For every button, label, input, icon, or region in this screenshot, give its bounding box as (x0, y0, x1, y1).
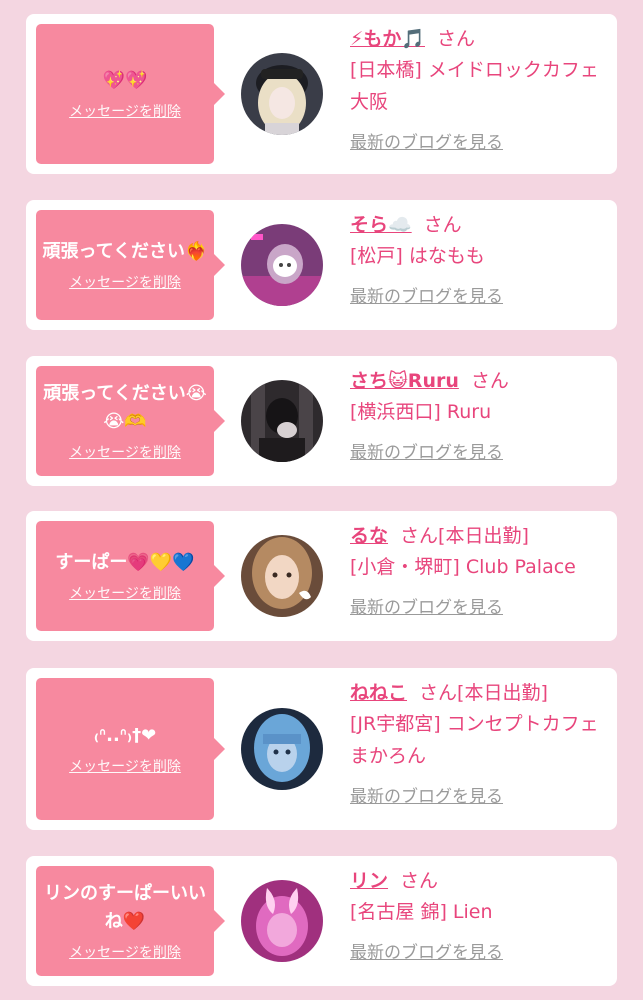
avatar[interactable] (241, 535, 323, 617)
message-bubble: リンのすーぱーいいね❤️ メッセージを削除 (36, 866, 225, 976)
shop-name: [名古屋 錦] Lien (350, 901, 493, 923)
delete-message-link[interactable]: メッセージを削除 (69, 583, 181, 603)
girl-portrait-blue-icon (241, 708, 323, 790)
shop-name: [松戸] はなもも (350, 245, 485, 267)
message-card: 頑張ってください😭😭🫶 メッセージを削除 さち😺Ruru さん [横浜西口] Ru… (26, 356, 617, 486)
shop-name: [小倉・堺町] Club Palace (350, 556, 576, 578)
name-line: るな さん[本日出勤] (350, 521, 603, 551)
cast-info: そら☁️ さん [松戸] はなもも 最新のブログを見る (350, 210, 603, 307)
girl-portrait-blonde-icon (241, 53, 323, 135)
delete-message-link[interactable]: メッセージを削除 (69, 442, 181, 462)
girl-portrait-pink-icon (241, 880, 323, 962)
honorific: さん (400, 525, 439, 547)
message-text: 💖💖 (102, 70, 148, 91)
delete-message-link[interactable]: メッセージを削除 (69, 272, 181, 292)
avatar[interactable] (241, 708, 323, 790)
latest-blog-link[interactable]: 最新のブログを見る (350, 128, 503, 153)
name-line: さち😺Ruru さん (350, 366, 603, 396)
latest-blog-link[interactable]: 最新のブログを見る (350, 282, 503, 307)
message-text: リンのすーぱーいいね❤️ (44, 883, 206, 932)
message-card: 💖💖 メッセージを削除 ⚡もか🎵 さん [日本橋] メイドロックカフェ 大阪 最新… (26, 14, 617, 174)
message-bubble: ₍ᐢ..ᐢ₎†❤ メッセージを削除 (36, 678, 225, 820)
delete-message-link[interactable]: メッセージを削除 (69, 942, 181, 962)
name-line: そら☁️ さん (350, 210, 603, 240)
message-card: ₍ᐢ..ᐢ₎†❤ メッセージを削除 ねねこ さん[本日出勤] [JR宇都宮] コン… (26, 668, 617, 830)
message-text: ₍ᐢ..ᐢ₎†❤ (93, 725, 157, 746)
message-text: 頑張ってください❤️‍🔥 (42, 241, 208, 262)
avatar[interactable] (241, 53, 323, 135)
message-bubble: 💖💖 メッセージを削除 (36, 24, 225, 164)
girl-portrait-dark-icon (241, 380, 323, 462)
name-line: ⚡もか🎵 さん (350, 24, 603, 54)
message-card: すーぱー💗💛💙 メッセージを削除 るな さん[本日出勤] [小倉・堺町] Club… (26, 511, 617, 641)
girl-portrait-masked-icon (241, 224, 323, 306)
avatar[interactable] (241, 880, 323, 962)
latest-blog-link[interactable]: 最新のブログを見る (350, 938, 503, 963)
cast-info: さち😺Ruru さん [横浜西口] Ruru 最新のブログを見る (350, 366, 603, 463)
honorific: さん (437, 28, 476, 50)
message-bubble: 頑張ってください😭😭🫶 メッセージを削除 (36, 366, 225, 476)
cast-name-link[interactable]: さち😺Ruru (350, 370, 459, 392)
cast-info: ⚡もか🎵 さん [日本橋] メイドロックカフェ 大阪 最新のブログを見る (350, 24, 603, 153)
message-card: 頑張ってください❤️‍🔥 メッセージを削除 そら☁️ さん [松戸] はなもも 最… (26, 200, 617, 330)
avatar[interactable] (241, 380, 323, 462)
latest-blog-link[interactable]: 最新のブログを見る (350, 438, 503, 463)
cast-info: るな さん[本日出勤] [小倉・堺町] Club Palace 最新のブログを見る (350, 521, 603, 618)
shop-name: [日本橋] メイドロックカフェ 大阪 (350, 59, 599, 113)
work-status: [本日出勤] (457, 682, 548, 704)
message-card: リンのすーぱーいいね❤️ メッセージを削除 リン さん [名古屋 錦] Lien … (26, 856, 617, 986)
delete-message-link[interactable]: メッセージを削除 (69, 756, 181, 776)
cast-info: ねねこ さん[本日出勤] [JR宇都宮] コンセプトカフェ まかろん 最新のブログ… (350, 678, 603, 807)
cast-info: リン さん [名古屋 錦] Lien 最新のブログを見る (350, 866, 603, 963)
honorific: さん (423, 214, 462, 236)
message-text: すーぱー💗💛💙 (55, 552, 195, 573)
message-text: 頑張ってください😭😭🫶 (43, 383, 207, 432)
cast-name-link[interactable]: ⚡もか🎵 (350, 28, 425, 50)
cast-name-link[interactable]: ねねこ (350, 682, 407, 704)
cast-name-link[interactable]: るな (350, 525, 388, 547)
honorific: さん (400, 870, 439, 892)
avatar[interactable] (241, 224, 323, 306)
message-bubble: すーぱー💗💛💙 メッセージを削除 (36, 521, 225, 631)
girl-portrait-brown-icon (241, 535, 323, 617)
name-line: リン さん (350, 866, 603, 896)
latest-blog-link[interactable]: 最新のブログを見る (350, 593, 503, 618)
message-bubble: 頑張ってください❤️‍🔥 メッセージを削除 (36, 210, 225, 320)
shop-name: [JR宇都宮] コンセプトカフェ まかろん (350, 713, 599, 767)
cast-name-link[interactable]: リン (350, 870, 388, 892)
work-status: [本日出勤] (438, 525, 529, 547)
cast-name-link[interactable]: そら☁️ (350, 214, 412, 236)
honorific: さん (470, 370, 509, 392)
name-line: ねねこ さん[本日出勤] (350, 678, 603, 708)
shop-name: [横浜西口] Ruru (350, 401, 492, 423)
delete-message-link[interactable]: メッセージを削除 (69, 101, 181, 121)
latest-blog-link[interactable]: 最新のブログを見る (350, 782, 503, 807)
honorific: さん (419, 682, 458, 704)
